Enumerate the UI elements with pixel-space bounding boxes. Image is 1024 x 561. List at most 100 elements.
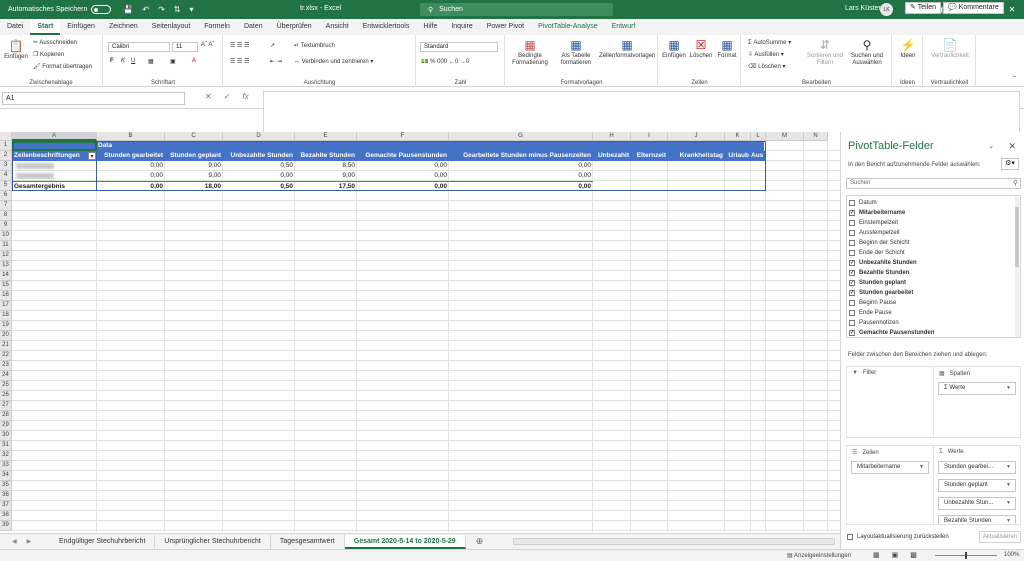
page-layout-icon[interactable]: ▣ xyxy=(892,551,899,559)
pivot-value-cell[interactable]: 9,00 xyxy=(165,171,223,181)
filter-area[interactable]: ▼ Filter xyxy=(846,366,934,438)
pivot-value-cell[interactable]: 8,50 xyxy=(295,161,357,171)
align-top-icon[interactable]: ☰ ☰ ☰ xyxy=(230,42,249,49)
format-painter-button[interactable]: 🖌 Format übertragen xyxy=(33,63,92,70)
next-sheet-icon[interactable]: ▶ xyxy=(27,538,32,545)
pivot-data-label[interactable]: Data xyxy=(97,141,764,151)
row-header[interactable]: 23 xyxy=(0,361,12,371)
row-header[interactable]: 26 xyxy=(0,391,12,401)
pivot-total-value[interactable]: 0,00 xyxy=(357,181,449,191)
column-header-c[interactable]: C xyxy=(165,132,223,141)
fill-button[interactable]: ⇩ Ausfüllen ▾ xyxy=(748,51,784,58)
defer-checkbox[interactable] xyxy=(847,534,853,540)
field-item[interactable]: Beginn der Schicht xyxy=(849,238,909,248)
clear-button[interactable]: ⌫ Löschen ▾ xyxy=(748,63,786,70)
columns-item-werte[interactable]: Σ Werte ▼ xyxy=(938,382,1016,395)
tab-pivottable-analyse[interactable]: PivotTable-Analyse xyxy=(531,19,605,35)
conditional-format-button[interactable]: ▦ Bedingte Formatierung xyxy=(507,38,553,67)
tab-inquire[interactable]: Inquire xyxy=(444,19,479,35)
pivot-column-header[interactable]: Stunden geplant xyxy=(165,151,223,161)
pivot-value-cell[interactable]: 0,00 xyxy=(357,161,449,171)
field-item[interactable]: Pausennotizen xyxy=(849,318,899,328)
gear-icon[interactable]: ⚙▾ xyxy=(1001,158,1019,170)
field-checkbox[interactable] xyxy=(849,250,855,256)
filter-dropdown-icon[interactable]: ▾ xyxy=(88,152,96,160)
pivot-column-header[interactable]: Gemachte Pausenstunden xyxy=(357,151,449,161)
pivot-column-header[interactable]: Unbezahlte Stunden xyxy=(223,151,295,161)
sheet-tab[interactable]: Ursprünglicher Stechuhrbericht xyxy=(155,534,271,549)
row-header[interactable]: 7 xyxy=(0,201,12,211)
column-header-g[interactable]: G xyxy=(449,132,593,141)
insert-cells-button[interactable]: ▦ Einfügen xyxy=(661,38,687,60)
rows-item-mitarbeitername[interactable]: Mitarbeitername ▼ xyxy=(851,461,929,474)
column-header-l[interactable]: L xyxy=(751,132,766,141)
tab-seitenlayout[interactable]: Seitenlayout xyxy=(145,19,198,35)
user-name[interactable]: Lars Küster xyxy=(845,5,881,12)
fill-color-icon[interactable]: ▣ xyxy=(170,58,176,65)
spreadsheet-grid[interactable]: A B C D E F G H I J K L M N 1 2 3 4 5 6 7 8 9 10 11 12 13 14 15 16 17 1… xyxy=(0,132,840,532)
tab-daten[interactable]: Daten xyxy=(237,19,270,35)
pivot-value-cell[interactable]: 0,00 xyxy=(97,171,165,181)
chevron-down-icon[interactable]: ⌄ xyxy=(988,142,994,150)
font-size-select[interactable]: 11 xyxy=(172,42,198,52)
format-cells-button[interactable]: ▦ Format xyxy=(714,38,740,60)
row-header[interactable]: 17 xyxy=(0,301,12,311)
row-header[interactable]: 35 xyxy=(0,481,12,491)
row-header[interactable]: 39 xyxy=(0,521,12,531)
formula-input[interactable] xyxy=(263,91,1020,135)
redo-icon[interactable]: ↷ xyxy=(158,5,165,14)
field-checkbox[interactable]: ✓ xyxy=(849,270,855,276)
row-header[interactable]: 5 xyxy=(0,181,12,191)
column-header-i[interactable]: I xyxy=(631,132,668,141)
pivot-total-value[interactable]: 0,00 xyxy=(97,181,165,191)
tab-zeichnen[interactable]: Zeichnen xyxy=(102,19,145,35)
tab-hilfe[interactable]: Hilfe xyxy=(416,19,444,35)
field-item[interactable]: ✓ Unbezahlte Stunden xyxy=(849,258,917,268)
pivot-column-header[interactable]: Gearbeitete Stunden minus Pausenzeiten xyxy=(449,151,593,161)
field-item[interactable]: ✓ Stunden geplant xyxy=(849,278,906,288)
pivot-value-cell[interactable]: 0,00 xyxy=(97,161,165,171)
horizontal-scrollbar[interactable] xyxy=(513,538,835,545)
row-header[interactable]: 11 xyxy=(0,241,12,251)
field-checkbox[interactable]: ✓ xyxy=(849,280,855,286)
share-button[interactable]: ✎ Teilen xyxy=(905,2,941,14)
tab-entwicklertools[interactable]: Entwicklertools xyxy=(356,19,417,35)
avatar[interactable]: LK xyxy=(880,3,893,16)
tab-formeln[interactable]: Formeln xyxy=(197,19,237,35)
field-item[interactable]: Ende Pause xyxy=(849,308,892,318)
align-left-icon[interactable]: ☰ ☰ ☰ xyxy=(230,58,249,65)
row-header[interactable]: 19 xyxy=(0,321,12,331)
row-header[interactable]: 32 xyxy=(0,451,12,461)
row-header[interactable]: 2 xyxy=(0,151,12,161)
field-checkbox[interactable] xyxy=(849,300,855,306)
autosave[interactable]: Automatisches Speichern xyxy=(8,5,112,14)
column-header-a[interactable]: A xyxy=(12,132,97,141)
column-header-j[interactable]: J xyxy=(668,132,725,141)
font-color-icon[interactable]: A xyxy=(192,58,196,64)
row-header[interactable]: 36 xyxy=(0,491,12,501)
row-header[interactable]: 34 xyxy=(0,471,12,481)
normal-view-icon[interactable]: ▦ xyxy=(873,551,880,559)
confirm-icon[interactable]: ✓ xyxy=(224,92,231,101)
field-checkbox[interactable]: ✓ xyxy=(849,330,855,336)
row-header[interactable]: 21 xyxy=(0,341,12,351)
font-name-select[interactable]: Calibri xyxy=(108,42,170,52)
zoom-slider[interactable] xyxy=(935,552,997,559)
customize-qat-icon[interactable]: ▾ xyxy=(189,5,193,14)
pivot-total-value[interactable]: 17,50 xyxy=(295,181,357,191)
border-icon[interactable]: ▦ xyxy=(148,58,154,65)
row-header[interactable]: 14 xyxy=(0,271,12,281)
values-item[interactable]: Stunden gearbei... ▼ xyxy=(938,461,1016,474)
sheet-tab[interactable]: Gesamt 2020-5-14 to 2020-5-29 xyxy=(344,534,466,549)
row-header[interactable]: 33 xyxy=(0,461,12,471)
field-checkbox[interactable]: ✓ xyxy=(849,290,855,296)
autosum-button[interactable]: Σ AutoSumme ▾ xyxy=(748,39,791,46)
row-header[interactable]: 9 xyxy=(0,221,12,231)
delete-cells-button[interactable]: ☒ Löschen xyxy=(688,38,714,60)
row-header[interactable]: 28 xyxy=(0,411,12,421)
select-all-corner[interactable] xyxy=(0,132,12,141)
field-item[interactable]: Datum xyxy=(849,198,877,208)
row-header[interactable]: 20 xyxy=(0,331,12,341)
tab-start[interactable]: Start xyxy=(30,19,61,35)
column-header-e[interactable]: E xyxy=(295,132,357,141)
